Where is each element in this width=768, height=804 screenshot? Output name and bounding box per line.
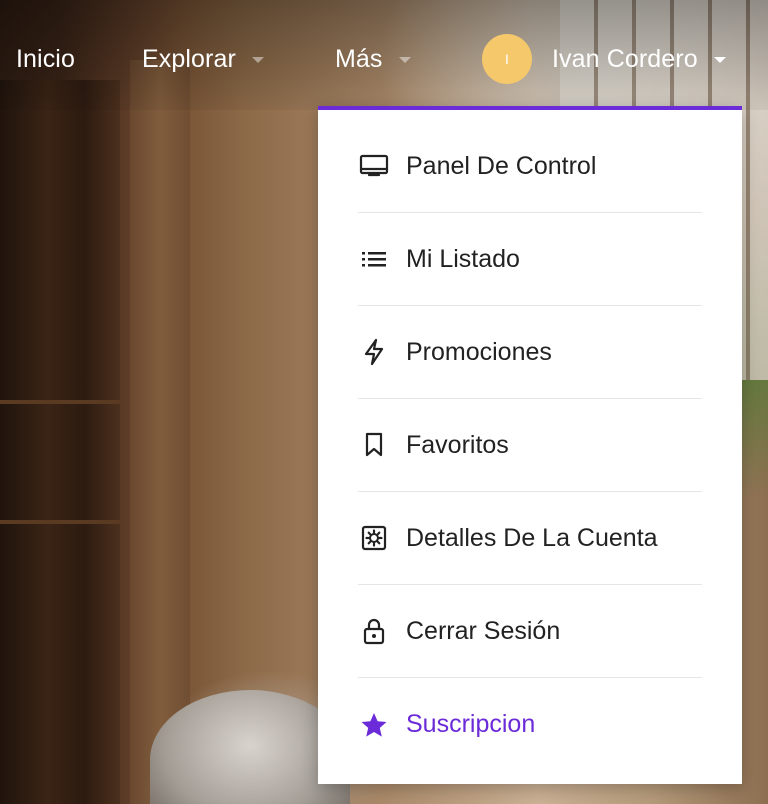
- menu-item-label: Promociones: [406, 337, 552, 366]
- nav-inicio-label: Inicio: [16, 44, 75, 73]
- background-shelf: [0, 520, 120, 524]
- menu-item-promociones[interactable]: Promociones: [358, 306, 702, 399]
- menu-item-cerrar-sesion[interactable]: Cerrar Sesión: [358, 585, 702, 678]
- page-background: Inicio Explorar Más I Ivan Cordero Panel…: [0, 0, 768, 804]
- menu-item-panel-de-control[interactable]: Panel De Control: [358, 120, 702, 213]
- user-name: Ivan Cordero: [552, 44, 698, 73]
- user-dropdown-menu: Panel De Control Mi Listado Promociones …: [318, 106, 742, 784]
- user-menu-toggle[interactable]: I Ivan Cordero: [482, 30, 726, 88]
- list-icon: [358, 243, 390, 275]
- background-cabinet: [0, 80, 120, 804]
- menu-item-label: Cerrar Sesión: [406, 616, 561, 645]
- nav-explorar-label: Explorar: [142, 44, 236, 73]
- menu-item-label: Favoritos: [406, 430, 509, 459]
- menu-item-favoritos[interactable]: Favoritos: [358, 399, 702, 492]
- laptop-icon: [358, 150, 390, 182]
- menu-item-mi-listado[interactable]: Mi Listado: [358, 213, 702, 306]
- menu-item-detalles-cuenta[interactable]: Detalles De La Cuenta: [358, 492, 702, 585]
- menu-item-label: Mi Listado: [406, 244, 520, 273]
- main-nav: Inicio Explorar Más I Ivan Cordero: [0, 30, 768, 88]
- nav-inicio[interactable]: Inicio: [16, 30, 75, 88]
- star-icon: [358, 709, 390, 741]
- settings-box-icon: [358, 522, 390, 554]
- nav-explorar[interactable]: Explorar: [142, 30, 264, 88]
- menu-item-label: Suscripcion: [406, 710, 536, 738]
- chevron-down-icon: [713, 57, 726, 63]
- dropdown-list: Panel De Control Mi Listado Promociones …: [318, 110, 742, 771]
- bookmark-icon: [358, 429, 390, 461]
- menu-item-label: Detalles De La Cuenta: [406, 523, 658, 552]
- chevron-down-icon: [398, 57, 411, 63]
- background-shelf: [0, 400, 120, 404]
- background-pillar: [130, 60, 190, 804]
- nav-mas-label: Más: [335, 44, 383, 73]
- menu-item-label: Panel De Control: [406, 151, 597, 180]
- menu-item-suscripcion[interactable]: Suscripcion: [358, 678, 702, 771]
- chevron-down-icon: [251, 57, 264, 63]
- avatar-initial: I: [505, 51, 509, 67]
- lock-icon: [358, 615, 390, 647]
- avatar: I: [482, 34, 532, 84]
- nav-mas[interactable]: Más: [335, 30, 411, 88]
- bolt-icon: [358, 336, 390, 368]
